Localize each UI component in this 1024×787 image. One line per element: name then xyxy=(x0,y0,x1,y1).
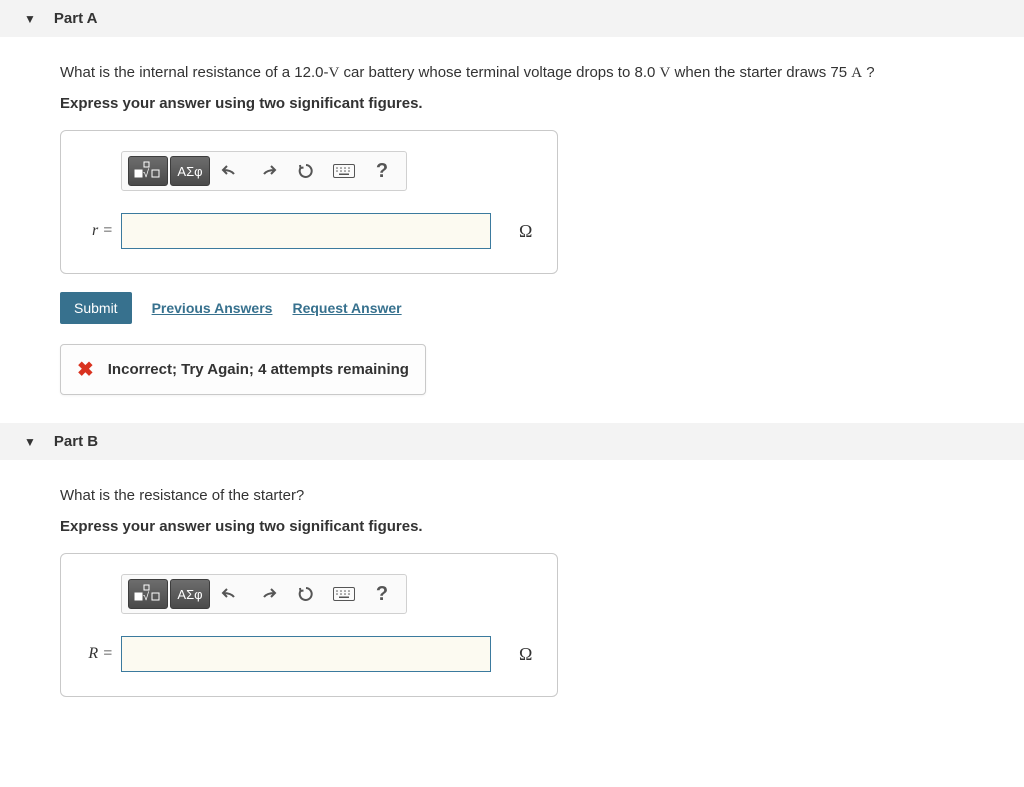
incorrect-icon: ✖ xyxy=(77,357,94,382)
svg-text:√: √ xyxy=(143,591,150,603)
undo-icon xyxy=(221,163,239,179)
part-b-header[interactable]: ▼ Part B xyxy=(0,423,1024,460)
reset-button[interactable] xyxy=(288,579,324,609)
keyboard-icon xyxy=(333,164,355,178)
action-row: Submit Previous Answers Request Answer xyxy=(60,292,964,324)
feedback-text: Incorrect; Try Again; 4 attempts remaini… xyxy=(108,361,409,378)
part-b-title: Part B xyxy=(54,433,98,450)
keyboard-icon xyxy=(333,587,355,601)
answer-row: R = Ω xyxy=(77,636,541,672)
templates-icon: √ xyxy=(134,583,162,605)
keyboard-button[interactable] xyxy=(326,579,362,609)
unit-label: Ω xyxy=(519,221,532,242)
equation-toolbar: √ ΑΣφ ? xyxy=(121,151,407,191)
part-a-title: Part A xyxy=(54,10,98,27)
answer-input[interactable] xyxy=(121,213,491,249)
variable-label: r = xyxy=(77,222,113,240)
undo-icon xyxy=(221,586,239,602)
part-b-answer-box: √ ΑΣφ ? xyxy=(60,553,558,697)
redo-icon xyxy=(259,163,277,179)
part-a-answer-box: √ ΑΣφ ? xyxy=(60,130,558,274)
reset-button[interactable] xyxy=(288,156,324,186)
previous-answers-link[interactable]: Previous Answers xyxy=(152,300,273,316)
feedback-box: ✖ Incorrect; Try Again; 4 attempts remai… xyxy=(60,344,426,395)
help-button[interactable]: ? xyxy=(364,156,400,186)
caret-down-icon: ▼ xyxy=(24,12,36,26)
greek-button[interactable]: ΑΣφ xyxy=(170,579,210,609)
undo-button[interactable] xyxy=(212,579,248,609)
templates-icon: √ xyxy=(134,160,162,182)
answer-input[interactable] xyxy=(121,636,491,672)
redo-icon xyxy=(259,586,277,602)
equation-toolbar: √ ΑΣφ ? xyxy=(121,574,407,614)
keyboard-button[interactable] xyxy=(326,156,362,186)
reset-icon xyxy=(297,585,315,603)
part-a-instruction: Express your answer using two significan… xyxy=(60,95,964,112)
part-b-body: What is the resistance of the starter? E… xyxy=(0,484,1024,743)
greek-button[interactable]: ΑΣφ xyxy=(170,156,210,186)
reset-icon xyxy=(297,162,315,180)
help-button[interactable]: ? xyxy=(364,579,400,609)
answer-row: r = Ω xyxy=(77,213,541,249)
undo-button[interactable] xyxy=(212,156,248,186)
part-b-question: What is the resistance of the starter? xyxy=(60,484,964,508)
svg-text:√: √ xyxy=(143,168,150,180)
caret-down-icon: ▼ xyxy=(24,435,36,449)
part-a-header[interactable]: ▼ Part A xyxy=(0,0,1024,37)
part-a-body: What is the internal resistance of a 12.… xyxy=(0,61,1024,423)
variable-label: R = xyxy=(77,645,113,663)
part-b-instruction: Express your answer using two significan… xyxy=(60,518,964,535)
request-answer-link[interactable]: Request Answer xyxy=(292,300,401,316)
redo-button[interactable] xyxy=(250,156,286,186)
submit-button[interactable]: Submit xyxy=(60,292,132,324)
templates-button[interactable]: √ xyxy=(128,579,168,609)
unit-label: Ω xyxy=(519,644,532,665)
part-a-question: What is the internal resistance of a 12.… xyxy=(60,61,964,85)
redo-button[interactable] xyxy=(250,579,286,609)
templates-button[interactable]: √ xyxy=(128,156,168,186)
